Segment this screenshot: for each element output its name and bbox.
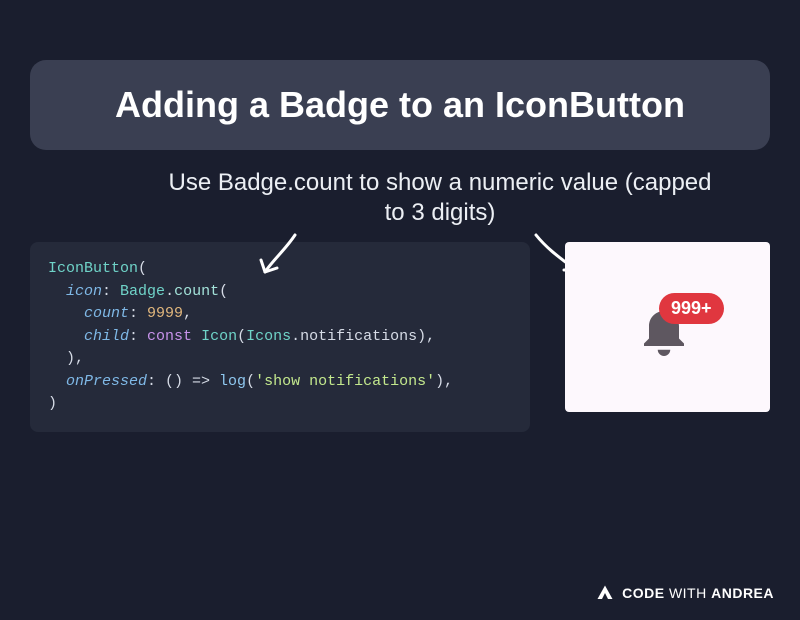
code-token: ( [138, 260, 147, 277]
preview-panel: 999+ [565, 242, 770, 412]
code-token: Icons [246, 328, 291, 345]
code-token: Badge [120, 283, 165, 300]
code-token: ), [435, 373, 453, 390]
code-token: : () => [147, 373, 219, 390]
code-token [48, 283, 66, 300]
brand-text-3: ANDREA [711, 585, 774, 601]
title-bar: Adding a Badge to an IconButton [30, 60, 770, 150]
code-panel: IconButton( icon: Badge.count( count: 99… [30, 242, 530, 432]
brand-logo-icon [596, 584, 614, 602]
content-row: IconButton( icon: Badge.count( count: 99… [0, 242, 800, 432]
code-token: .notifications), [291, 328, 435, 345]
page-title: Adding a Badge to an IconButton [50, 84, 750, 126]
code-token: onPressed [66, 373, 147, 390]
subtitle: Use Badge.count to show a numeric value … [160, 168, 720, 228]
code-token: log [219, 373, 246, 390]
code-token: 'show notifications' [255, 373, 435, 390]
code-token: ) [48, 395, 57, 412]
code-token: ( [246, 373, 255, 390]
brand-text-2: WITH [665, 585, 712, 601]
code-token: . [165, 283, 174, 300]
code-token: count [174, 283, 219, 300]
code-token: : [129, 305, 147, 322]
code-token [192, 328, 201, 345]
code-token: ( [237, 328, 246, 345]
code-token: ), [48, 350, 84, 367]
code-token [48, 373, 66, 390]
notification-bell-wrap: 999+ [628, 287, 708, 367]
code-token [48, 328, 84, 345]
code-token: ( [219, 283, 228, 300]
badge-count: 999+ [659, 293, 724, 324]
code-token: child [84, 328, 129, 345]
code-token: count [84, 305, 129, 322]
code-token: : [129, 328, 147, 345]
brand-text-1: CODE [622, 585, 664, 601]
code-token: , [183, 305, 192, 322]
code-token: IconButton [48, 260, 138, 277]
code-token: : [102, 283, 120, 300]
footer-brand: CODE WITH ANDREA [596, 584, 774, 602]
code-token: 9999 [147, 305, 183, 322]
code-token [48, 305, 84, 322]
code-token: icon [66, 283, 102, 300]
code-token: const [147, 328, 192, 345]
code-token: Icon [201, 328, 237, 345]
